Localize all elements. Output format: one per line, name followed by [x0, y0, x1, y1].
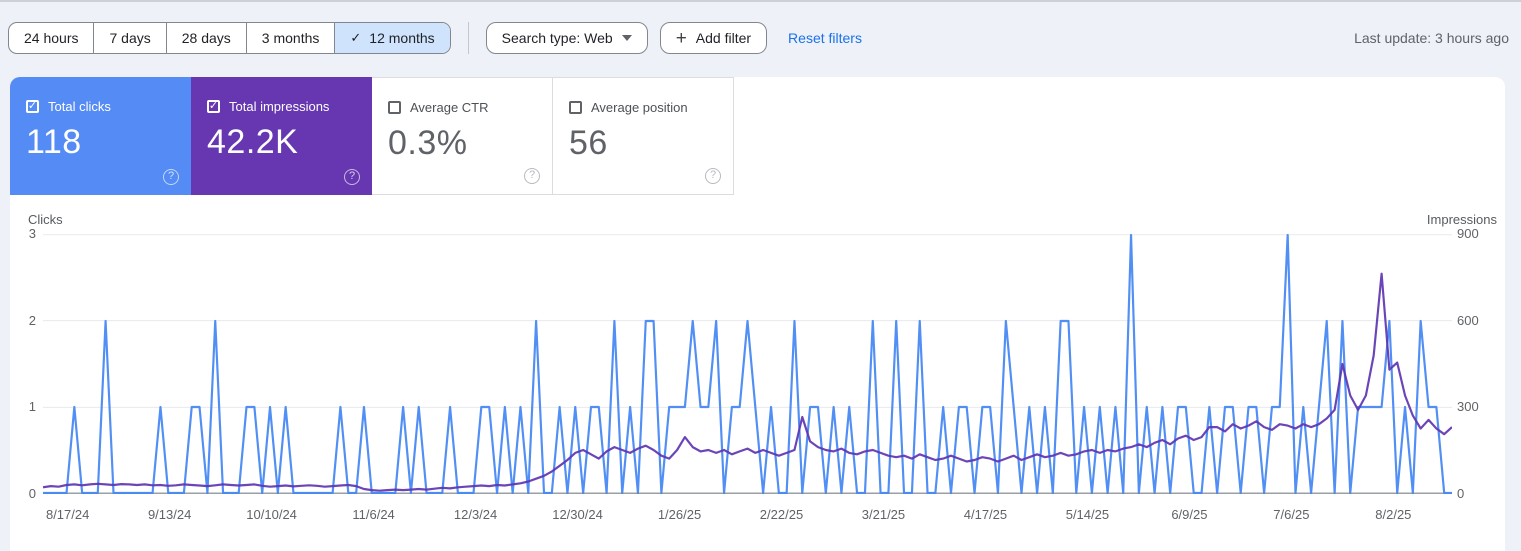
right-axis-title: Impressions: [1426, 212, 1497, 227]
x-axis-tick: 3/21/25: [861, 507, 906, 522]
x-axis-tick: 6/9/25: [1171, 507, 1208, 522]
x-axis-tick: 12/3/24: [453, 507, 498, 522]
x-axis-labels: 8/17/24 9/13/24 10/10/24 11/6/24 12/3/24 12/3…: [43, 507, 1452, 525]
date-range-label: 28 days: [181, 30, 231, 46]
checkbox-icon[interactable]: ✓: [26, 100, 39, 113]
performance-panel: ✓ Total clicks 118 ? ✓ Total impressions…: [10, 77, 1505, 551]
toolbar-divider: [467, 22, 469, 54]
date-range-group: ✓ 24 hours ✓ 7 days ✓ 28 days ✓ 3 months…: [8, 22, 451, 54]
chevron-down-icon: [621, 35, 632, 41]
performance-chart-svg: [43, 234, 1452, 494]
x-axis-tick: 2/22/25: [759, 507, 804, 522]
filter-toolbar: ✓ 24 hours ✓ 7 days ✓ 28 days ✓ 3 months…: [8, 22, 1511, 54]
search-type-label: Search type: Web: [501, 30, 613, 46]
metric-label: Average position: [591, 100, 688, 115]
metric-value: 118: [26, 123, 82, 161]
left-axis-tick: 2: [28, 312, 36, 328]
checkbox-icon[interactable]: ✓: [207, 100, 220, 113]
right-axis-tick: 600: [1457, 312, 1479, 328]
add-filter-label: Add filter: [695, 30, 752, 46]
help-icon[interactable]: ?: [163, 169, 179, 185]
metric-label: Average CTR: [410, 100, 489, 115]
checkbox-icon[interactable]: [569, 101, 582, 114]
checkbox-icon[interactable]: [388, 101, 401, 114]
plus-icon: +: [675, 27, 687, 49]
last-update-text: Last update: 3 hours ago: [1354, 30, 1509, 46]
x-axis-tick: 9/13/24: [147, 507, 192, 522]
help-icon[interactable]: ?: [344, 169, 360, 185]
search-console-performance-page: ✓ 24 hours ✓ 7 days ✓ 28 days ✓ 3 months…: [0, 0, 1521, 551]
metric-value: 56: [569, 124, 608, 162]
date-range-12-months[interactable]: ✓ 12 months: [334, 23, 450, 53]
x-axis-tick: 10/10/24: [246, 507, 297, 522]
metric-card-total-impressions[interactable]: ✓ Total impressions 42.2K ?: [191, 77, 372, 195]
add-filter-button[interactable]: + Add filter: [659, 22, 768, 54]
date-range-label: 24 hours: [24, 30, 79, 46]
x-axis-tick: 8/2/25: [1375, 507, 1412, 522]
metric-value: 0.3%: [388, 124, 468, 162]
date-range-label: 12 months: [369, 30, 435, 46]
left-axis-tick: 1: [28, 399, 36, 415]
right-axis-tick: 900: [1457, 226, 1479, 241]
x-axis-tick: 5/14/25: [1065, 507, 1110, 522]
date-range-label: 7 days: [109, 30, 151, 46]
x-axis-tick: 8/17/24: [45, 507, 90, 522]
metric-label: Total clicks: [48, 99, 111, 114]
metric-label: Total impressions: [229, 99, 330, 114]
help-icon[interactable]: ?: [524, 168, 540, 184]
date-range-24-hours[interactable]: ✓ 24 hours: [9, 23, 93, 53]
date-range-label: 3 months: [261, 30, 320, 46]
left-axis-tick: 0: [28, 486, 36, 501]
date-range-28-days[interactable]: ✓ 28 days: [165, 23, 246, 53]
date-range-3-months[interactable]: ✓ 3 months: [245, 23, 335, 53]
help-icon[interactable]: ?: [705, 168, 721, 184]
date-range-7-days[interactable]: ✓ 7 days: [93, 23, 165, 53]
x-axis-tick: 11/6/24: [352, 507, 395, 522]
x-axis-tick: 12/30/24: [552, 507, 603, 522]
left-axis-title: Clicks: [28, 212, 63, 227]
x-axis-tick: 1/26/25: [657, 507, 702, 522]
metric-cards-row: ✓ Total clicks 118 ? ✓ Total impressions…: [10, 77, 1505, 195]
left-axis-tick: 3: [28, 226, 36, 241]
search-type-dropdown[interactable]: Search type: Web: [485, 22, 648, 54]
right-axis-tick: 300: [1457, 399, 1479, 415]
x-axis-tick: 7/6/25: [1273, 507, 1310, 522]
metric-value: 42.2K: [207, 123, 299, 161]
reset-filters-link[interactable]: Reset filters: [788, 30, 862, 46]
performance-chart-section: Clicks Impressions 3 900 2 600 1 300 0 0 8/17/2…: [10, 212, 1505, 525]
x-axis-tick: 4/17/25: [963, 507, 1008, 522]
metric-card-average-ctr[interactable]: Average CTR 0.3% ?: [372, 77, 553, 195]
right-axis-tick: 0: [1457, 486, 1465, 501]
metric-card-average-position[interactable]: Average position 56 ?: [553, 77, 734, 195]
performance-chart[interactable]: 3 900 2 600 1 300 0 0: [29, 226, 1479, 501]
metric-card-total-clicks[interactable]: ✓ Total clicks 118 ?: [10, 77, 191, 195]
check-icon: ✓: [350, 30, 362, 45]
